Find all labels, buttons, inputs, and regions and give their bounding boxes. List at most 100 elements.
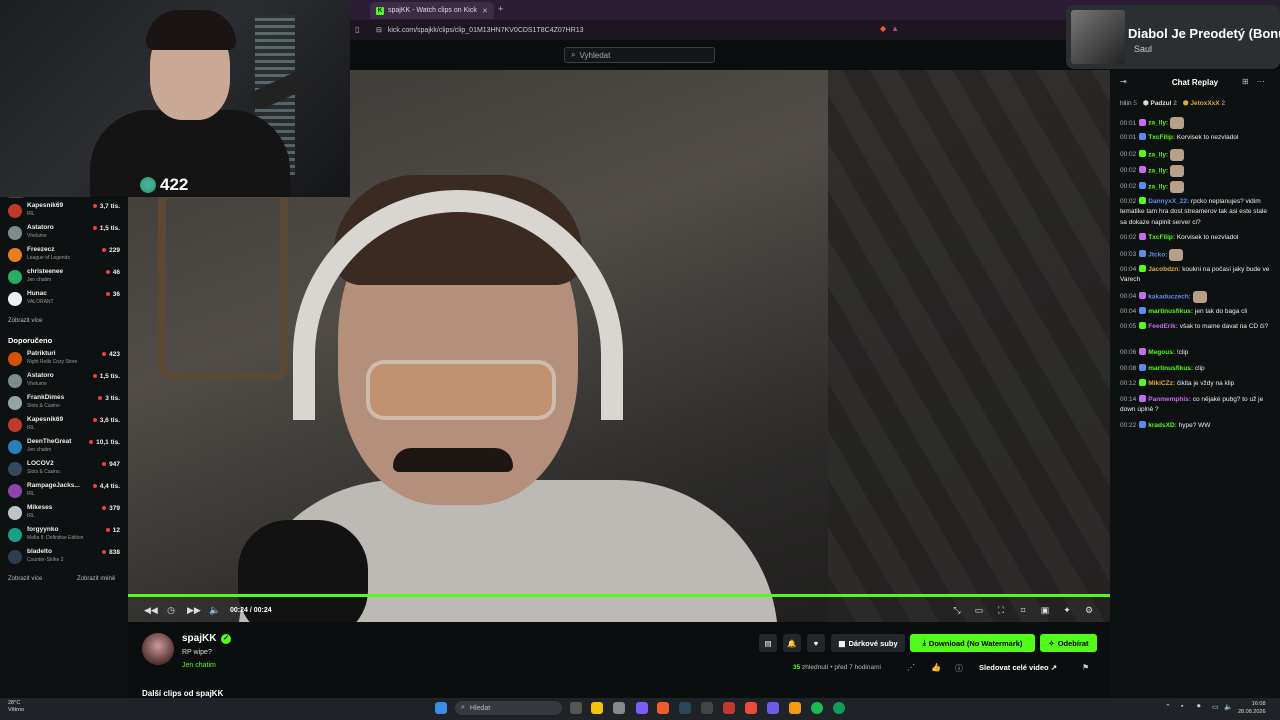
sidebar-channel-row[interactable]: Patrikturi Night Rolls Cozy Store 423 [8, 350, 120, 372]
sidebar-channel-row[interactable]: Astatoro Vhelume 1,5 tis. [8, 372, 120, 394]
app-icon[interactable] [767, 702, 779, 714]
theater-mode-icon[interactable]: ▭ [973, 605, 985, 616]
show-more-following-button[interactable]: Zobrazit více [8, 318, 42, 324]
sidebar-channel-row[interactable]: forgyynko Mafia II: Definitive Edition 12 [8, 526, 120, 548]
bookmark-icon[interactable]: ▯ [355, 25, 359, 34]
volume-icon[interactable]: 🔈 [209, 605, 221, 616]
message-username[interactable]: za_lly: [1148, 167, 1168, 174]
windows-start-icon[interactable] [435, 702, 447, 714]
message-username[interactable]: za_lly: [1148, 120, 1168, 127]
popout-icon[interactable]: ⊞ [1242, 77, 1249, 86]
channel-avatar[interactable] [142, 633, 174, 665]
message-username[interactable]: kradsXD: [1148, 422, 1177, 429]
brave-rewards-icon[interactable]: ▲ [891, 24, 899, 33]
site-settings-icon[interactable]: ⊟ [376, 26, 382, 34]
follow-button[interactable]: ✧ Odebírat [1040, 634, 1097, 652]
message-username[interactable]: FeedErik: [1148, 323, 1178, 330]
clock-icon[interactable]: ◷ [165, 605, 177, 616]
report-icon[interactable]: ⚑ [1082, 663, 1089, 672]
message-username[interactable]: MikiCZz: [1148, 380, 1175, 387]
sidebar-channel-row[interactable]: DeenTheGreat Jen chatim 10,1 tis. [8, 438, 120, 460]
sidebar-channel-row[interactable]: bladelto Counter-Strike 2 838 [8, 548, 120, 570]
settings-icon[interactable]: ⚙ [1083, 605, 1095, 616]
sidebar-channel-row[interactable]: Freezecz League of Legends 229 [8, 246, 120, 268]
sidebar-channel-row[interactable]: RampageJacks... IRL 4,4 tis. [8, 482, 120, 504]
info-icon[interactable]: ⓘ [955, 663, 963, 674]
favorite-heart-button[interactable]: ♥ [807, 634, 825, 652]
app-icon[interactable] [789, 702, 801, 714]
chat-toggle-button[interactable]: ▤ [759, 634, 777, 652]
edge-icon[interactable] [833, 702, 845, 714]
message-username[interactable]: Jacobdzn: [1148, 266, 1180, 273]
sidebar-channel-row[interactable]: Kapesnik69 IRL 3,7 tis. [8, 202, 120, 224]
steam-icon[interactable] [679, 702, 691, 714]
forward-icon[interactable]: ▶▶ [187, 605, 201, 616]
sidebar-channel-row[interactable]: christeenee Jen chatim 46 [8, 268, 120, 290]
url-field[interactable]: ⊟ kick.com/spajkk/clips/clip_01M13HN7KV0… [376, 24, 908, 36]
sidebar-channel-row[interactable]: FrankDimes Slots & Casino 3 tis. [8, 394, 120, 416]
app-icon[interactable] [723, 702, 735, 714]
watch-full-video-link[interactable]: Sledovat celé video ↗ [979, 663, 1057, 672]
rewind-icon[interactable]: ◀◀ [144, 605, 158, 616]
taskbar-search[interactable]: ⌕ Hledat [455, 701, 562, 715]
sidebar-channel-row[interactable]: Astatoro Vhelume 1,5 tis. [8, 224, 120, 246]
message-username[interactable]: TxcFilip: [1148, 234, 1175, 241]
channel-category[interactable]: Jen chatim [182, 662, 216, 669]
message-username[interactable]: martinusfikus: [1148, 365, 1193, 372]
task-view-icon[interactable] [570, 702, 582, 714]
brave-shield-icon[interactable]: ◆ [880, 24, 886, 33]
notification-bell-button[interactable]: 🔔 [783, 634, 801, 652]
sidebar-channel-row[interactable]: LOCOV2 Slots & Casino 947 [8, 460, 120, 482]
sidebar-channel-row[interactable]: Hunac VALORANT 36 [8, 290, 120, 312]
sidebar-channel-row[interactable]: Kapesnik69 IRL 3,6 tis. [8, 416, 120, 438]
tray-app-icon[interactable]: ▪ [1181, 703, 1183, 710]
close-tab-icon[interactable]: ✕ [482, 7, 488, 15]
leader-3[interactable]: ⬢ JetoxXxX 2 [1183, 99, 1225, 107]
channel-name[interactable]: spajKK [182, 633, 216, 644]
message-username[interactable]: TxcFilip: [1148, 134, 1175, 141]
spotify-icon[interactable] [811, 702, 823, 714]
file-explorer-icon[interactable] [591, 702, 603, 714]
show-less-button[interactable]: Zobrazit méně [77, 576, 115, 582]
chat-message: 00:01 TxcFilip: Korvisek to nezvladol [1120, 133, 1270, 144]
search-input[interactable]: ⌕ Vyhledat [564, 47, 715, 63]
new-tab-icon[interactable]: + [498, 4, 503, 14]
pip-icon[interactable]: ▣ [1039, 605, 1051, 616]
sparkle-icon[interactable]: ✦ [1061, 605, 1073, 616]
message-username[interactable]: martinusfikus: [1148, 308, 1193, 315]
weather-widget[interactable]: 28°C Větrno [8, 700, 24, 714]
crop-icon[interactable]: ⌗ [1017, 605, 1029, 616]
taskbar-clock[interactable]: 16:08 28.08.2026 [1238, 700, 1266, 716]
speaker-icon[interactable]: 🔈 [1224, 703, 1233, 711]
discord-icon[interactable] [636, 702, 648, 714]
message-username[interactable]: Panmemphis: [1148, 396, 1191, 403]
message-username[interactable]: za_lly: [1148, 151, 1168, 158]
message-username[interactable]: za_lly: [1148, 183, 1168, 190]
brave-icon[interactable] [657, 702, 669, 714]
message-username[interactable]: DannyxX_22: [1148, 198, 1189, 205]
sidebar-channel-row[interactable]: Mikeses IRL 379 [8, 504, 120, 526]
mic-icon[interactable]: ⏺ [1197, 703, 1201, 711]
message-username[interactable]: kakaduczech: [1148, 293, 1191, 300]
browser-tab[interactable]: K spajKK - Watch clips on Kick ✕ [370, 2, 494, 19]
download-button[interactable]: ⤓ Download (No Watermark) [910, 634, 1035, 652]
gift-subs-button[interactable]: ▦ Dárkové suby [831, 634, 905, 652]
leader-1[interactable]: hilin 5 [1120, 100, 1137, 107]
leader-2[interactable]: ⬢ Padzul 2 [1143, 99, 1177, 107]
show-more-recommended-button[interactable]: Zobrazit více [8, 576, 42, 582]
collapse-icon[interactable]: ⤡ [951, 605, 963, 616]
message-username[interactable]: Megous: [1148, 349, 1175, 356]
share-icon[interactable]: ⋰ [907, 663, 915, 672]
progress-bar[interactable] [128, 594, 1110, 597]
fullscreen-icon[interactable]: ⛶ [995, 605, 1007, 616]
tray-chevron-icon[interactable]: ⌃ [1165, 703, 1171, 711]
app-icon[interactable] [745, 702, 757, 714]
tab-title: spajKK - Watch clips on Kick [388, 7, 477, 14]
message-time: 00:05 [1120, 323, 1137, 330]
app-icon[interactable] [701, 702, 713, 714]
like-icon[interactable]: 👍 [931, 663, 941, 672]
store-icon[interactable] [613, 702, 625, 714]
network-icon[interactable]: ▭ [1212, 703, 1219, 711]
more-icon[interactable]: ⋯ [1257, 77, 1265, 86]
message-username[interactable]: Jtcko: [1148, 251, 1167, 258]
